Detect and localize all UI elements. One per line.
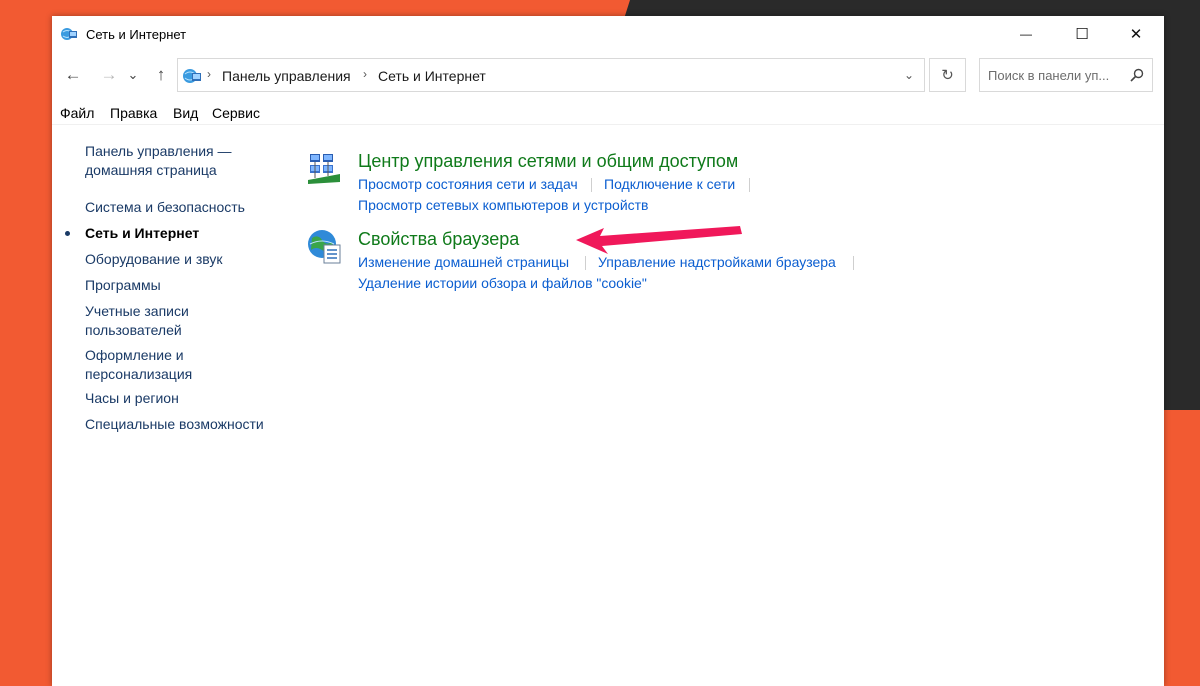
sidebar-item-accessibility[interactable]: Специальные возможности: [85, 415, 285, 434]
current-section-bullet: [65, 231, 70, 236]
network-center-icon: [308, 154, 340, 184]
close-button[interactable]: ✕: [1108, 16, 1164, 52]
menu-edit[interactable]: Правка: [110, 105, 157, 121]
search-box[interactable]: [979, 58, 1153, 92]
search-input[interactable]: [988, 66, 1128, 84]
task-connect-network[interactable]: Подключение к сети: [604, 176, 735, 192]
task-view-network-computers[interactable]: Просмотр сетевых компьютеров и устройств: [358, 197, 649, 213]
sidebar-item-programs[interactable]: Программы: [85, 276, 285, 295]
window-title: Сеть и Интернет: [86, 27, 187, 42]
sidebar-item-home[interactable]: Панель управления — домашняя страница: [85, 142, 285, 180]
address-bar[interactable]: › Панель управления › Сеть и Интернет ⌄: [177, 58, 925, 92]
up-button[interactable]: ↑: [148, 62, 174, 88]
search-icon[interactable]: [1130, 68, 1144, 82]
task-view-network-status[interactable]: Просмотр состояния сети и задач: [358, 176, 578, 192]
sidebar-item-appearance[interactable]: Оформление и персонализация: [85, 346, 205, 384]
annotation-arrow-icon: [576, 226, 742, 254]
task-separator: [853, 256, 854, 270]
minimize-button[interactable]: —: [998, 16, 1054, 52]
maximize-button[interactable]: ☐: [1054, 16, 1110, 52]
menu-file[interactable]: Файл: [60, 105, 94, 121]
up-arrow-icon: ↑: [156, 65, 166, 84]
menu-tools[interactable]: Сервис: [212, 105, 260, 121]
refresh-button[interactable]: ↻: [929, 58, 966, 92]
refresh-icon: ↻: [941, 67, 954, 84]
recent-locations-button[interactable]: ⌄: [125, 62, 141, 88]
breadcrumb-control-panel[interactable]: Панель управления: [222, 68, 351, 84]
network-globe-icon: [61, 28, 77, 40]
breadcrumb-network-internet[interactable]: Сеть и Интернет: [378, 68, 486, 84]
menu-view[interactable]: Вид: [173, 105, 198, 121]
minimize-icon: —: [1020, 27, 1032, 41]
control-panel-window: Сеть и Интернет — ☐ ✕ ← → ⌄ ↑ › Панель у…: [52, 16, 1164, 686]
breadcrumb-separator: ›: [363, 67, 367, 81]
forward-arrow-icon: →: [100, 65, 118, 84]
title-bar: Сеть и Интернет — ☐ ✕: [52, 16, 1164, 54]
back-arrow-icon: ←: [64, 65, 82, 84]
menu-bar: Файл Правка Вид Сервис: [52, 102, 1164, 125]
section-title-internet-options[interactable]: Свойства браузера: [358, 229, 519, 250]
sidebar-item-hardware-sound[interactable]: Оборудование и звук: [85, 250, 285, 269]
maximize-icon: ☐: [1075, 26, 1089, 43]
task-separator: [749, 178, 750, 192]
chevron-down-icon: ⌄: [903, 68, 915, 82]
internet-options-icon: [308, 230, 341, 264]
navigation-bar: ← → ⌄ ↑ › Панель управления › Сеть и Инт…: [52, 56, 1164, 96]
sidebar-item-clock-region[interactable]: Часы и регион: [85, 389, 285, 408]
forward-button[interactable]: →: [96, 62, 122, 88]
back-button[interactable]: ←: [60, 62, 86, 88]
task-change-homepage[interactable]: Изменение домашней страницы: [358, 254, 569, 270]
close-icon: ✕: [1129, 26, 1143, 43]
task-delete-history-cookies[interactable]: Удаление истории обзора и файлов "cookie…: [358, 275, 647, 291]
chevron-down-icon: ⌄: [127, 67, 139, 82]
section-title-network-center[interactable]: Центр управления сетями и общим доступом: [358, 151, 738, 172]
sidebar-item-network-internet[interactable]: Сеть и Интернет: [85, 224, 285, 243]
address-dropdown-button[interactable]: ⌄: [894, 59, 924, 91]
sidebar-item-user-accounts[interactable]: Учетные записи пользователей: [85, 302, 205, 340]
breadcrumb-separator: ›: [207, 67, 211, 81]
task-separator: [591, 178, 592, 192]
network-globe-icon: [183, 69, 201, 83]
sidebar-item-system-security[interactable]: Система и безопасность: [85, 198, 285, 217]
